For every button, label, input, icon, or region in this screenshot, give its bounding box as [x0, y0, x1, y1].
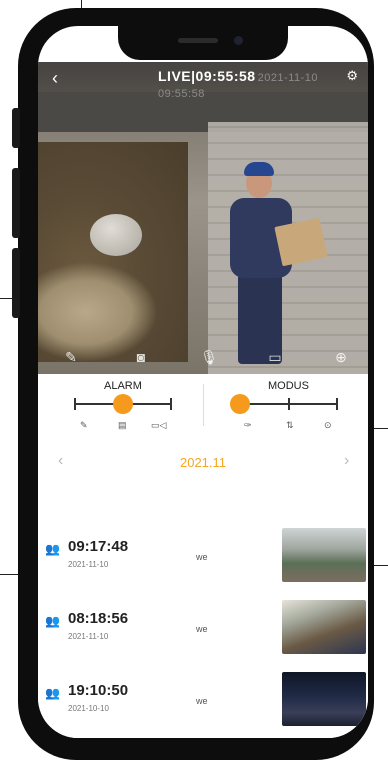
event-row[interactable]: 👥 09:17:48 2021-11-10 we — [38, 528, 368, 592]
person-icon: 👥 — [45, 542, 60, 556]
microphone-off-icon[interactable]: ✎ — [60, 346, 82, 368]
live-video-feed[interactable]: ‹ LIVE|09:55:58 2021-11-10 09:55:58 ⚙ ✎ ◙… — [38, 62, 368, 374]
event-date: 2021-10-10 — [68, 704, 109, 713]
modus-slider-knob[interactable] — [230, 394, 250, 414]
front-camera — [234, 36, 243, 45]
next-month-icon[interactable]: › — [344, 452, 349, 470]
settings-icon[interactable]: ⚙ — [346, 68, 358, 84]
event-date: 2021-11-10 — [68, 632, 109, 641]
phone-side-button — [12, 108, 20, 148]
event-time: 08:18:56 — [68, 610, 129, 627]
phone-side-button — [12, 168, 20, 238]
phone-side-button — [12, 248, 20, 318]
event-date: 2021-11-10 — [68, 560, 109, 569]
alarm-slider-tick — [170, 398, 172, 410]
month-selector: ‹ 2021.11 › — [38, 444, 368, 483]
video-scene — [90, 214, 142, 256]
event-row[interactable]: 👥 08:18:56 2021-11-10 we — [38, 600, 368, 664]
alarm-slider-tick — [74, 398, 76, 410]
modus-slider-tick — [336, 398, 338, 410]
video-person — [224, 158, 328, 368]
live-timestamp: LIVE|09:55:58 2021-11-10 09:55:58 — [158, 68, 368, 100]
message-icon[interactable]: ▤ — [118, 420, 127, 431]
event-user: we — [196, 624, 208, 634]
phone-notch — [118, 26, 288, 60]
control-panel: ALARM ✎ ▤ ▭◁ MODUS ✑ ⇅ ⊙ — [38, 374, 368, 445]
edit-icon[interactable]: ✎ — [80, 420, 88, 431]
divider — [203, 384, 204, 426]
event-time: 19:10:50 — [68, 682, 129, 699]
event-row[interactable]: 👥 19:10:50 2021-10-10 we — [38, 672, 368, 736]
event-time: 09:17:48 — [68, 538, 129, 555]
microphone-icon[interactable]: 🎙 — [198, 346, 220, 368]
record-icon[interactable]: ▭ — [264, 346, 286, 368]
event-user: we — [196, 552, 208, 562]
event-user: we — [196, 696, 208, 706]
month-label: 2021.11 — [179, 455, 227, 470]
event-list: 👥 09:17:48 2021-11-10 we 👥 08:18:56 2021… — [38, 482, 368, 738]
event-thumbnail[interactable] — [282, 600, 366, 654]
alarm-title: ALARM — [104, 380, 142, 392]
event-thumbnail[interactable] — [282, 672, 366, 726]
location-icon[interactable]: ⊙ — [324, 420, 332, 431]
event-thumbnail[interactable] — [282, 528, 366, 582]
fullscreen-icon[interactable]: ⊕ — [330, 346, 352, 368]
alarm-slider-knob[interactable] — [113, 394, 133, 414]
modus-slider-tick — [288, 398, 290, 410]
person-icon: 👥 — [45, 686, 60, 700]
live-label: LIVE|09:55:58 — [158, 68, 256, 84]
modus-title: MODUS — [268, 380, 309, 392]
wrench-icon[interactable]: ✑ — [244, 420, 252, 431]
speaker-grille — [178, 38, 218, 43]
camera-icon[interactable]: ◙ — [130, 346, 152, 368]
person-icon: 👥 — [45, 614, 60, 628]
app-screen: ‹ LIVE|09:55:58 2021-11-10 09:55:58 ⚙ ✎ ◙… — [38, 26, 368, 738]
back-icon[interactable]: ‹ — [52, 68, 58, 89]
signal-icon[interactable]: ⇅ — [286, 420, 294, 431]
video-message-icon[interactable]: ▭◁ — [151, 420, 166, 431]
